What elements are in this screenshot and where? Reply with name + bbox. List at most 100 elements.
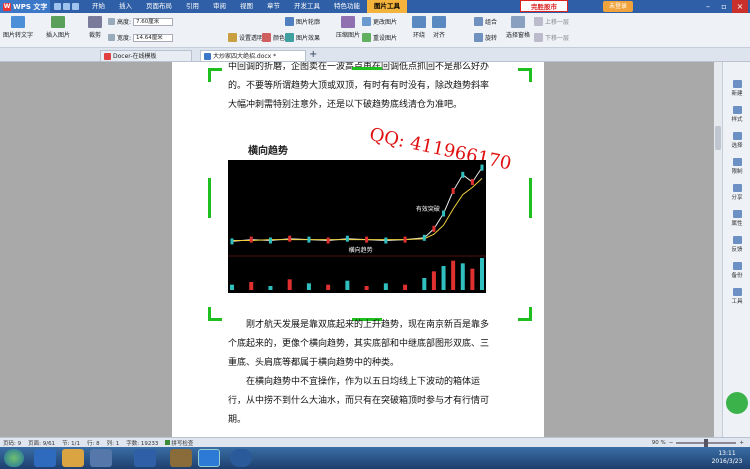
zoom-out-icon[interactable]: −	[669, 440, 674, 446]
sidebar-item-select[interactable]: 选择	[727, 132, 747, 149]
undo-icon[interactable]	[72, 3, 79, 10]
new-tab-icon[interactable]: +	[309, 49, 317, 60]
wrap-icon	[412, 16, 426, 28]
status-bar: 页码: 9 页面: 9/61 节: 1/1 行: 8 列: 1 字数: 1923…	[0, 437, 750, 447]
selection-handle[interactable]	[529, 178, 532, 218]
send-backward-button[interactable]: 下移一层	[534, 33, 569, 42]
tab-home[interactable]: 开始	[85, 0, 112, 13]
assistant-icon[interactable]	[726, 392, 748, 414]
backup-icon	[732, 262, 742, 270]
minimize-icon[interactable]: –	[700, 0, 716, 13]
promo-banner[interactable]: 完胜股市	[520, 0, 568, 12]
sidebar-item-tools[interactable]: 工具	[727, 288, 747, 305]
document-page: 中回调的折磨，企图卖在一波高点再在回调低点抓回不是那么好办的。不要等所谓趋势大顶…	[172, 62, 544, 437]
feedback-icon	[732, 236, 742, 244]
doc-tab-active[interactable]: 大炒家四大绝招.docx *	[200, 50, 306, 61]
status-words: 字数: 19233	[126, 440, 159, 447]
select-pane-button[interactable]: 选择窗格	[506, 16, 530, 39]
sidebar-item-share[interactable]: 分享	[727, 184, 747, 201]
checkbox-icon	[165, 439, 171, 445]
candle	[249, 236, 253, 243]
properties-icon	[732, 210, 742, 218]
align-icon	[432, 16, 446, 28]
tab-picture-tools[interactable]: 图片工具	[367, 0, 407, 13]
align-button[interactable]: 对齐	[432, 16, 446, 39]
insert-pic-button[interactable]: 插入图片	[46, 16, 70, 39]
group-button[interactable]: 组合	[474, 17, 497, 26]
candle	[442, 210, 446, 217]
ie-icon[interactable]	[34, 449, 56, 467]
tab-review[interactable]: 审阅	[206, 0, 233, 13]
sidebar-item-feedback[interactable]: 反馈	[727, 236, 747, 253]
tab-page-layout[interactable]: 页面布局	[139, 0, 179, 13]
zoom-slider-thumb[interactable]	[704, 439, 709, 447]
wps-taskbar-icon[interactable]	[198, 449, 220, 467]
pic-outline-button[interactable]: 图片轮廓	[285, 17, 320, 26]
tab-view[interactable]: 视图	[233, 0, 260, 13]
stock-chart-svg: 有效突破横向趋势	[228, 164, 486, 290]
ie-icon[interactable]	[134, 449, 156, 467]
change-pic-button[interactable]: 更改图片	[362, 17, 397, 26]
login-button[interactable]: 未登录	[603, 1, 633, 12]
folder-icon[interactable]	[62, 449, 84, 467]
sidebar-item-backup[interactable]: 备份	[727, 262, 747, 279]
media-icon[interactable]	[90, 449, 112, 467]
candle	[422, 234, 426, 241]
selection-handle[interactable]	[352, 67, 382, 70]
vertical-scrollbar[interactable]	[714, 62, 722, 437]
width-input[interactable]: 14.64厘米	[133, 33, 174, 42]
pic-to-text-button[interactable]: 图片转文字	[3, 16, 33, 39]
select-icon	[732, 132, 742, 140]
rotate-button[interactable]: 旋转	[474, 33, 497, 42]
zoom-slider[interactable]	[676, 439, 737, 447]
player-icon[interactable]	[230, 449, 252, 467]
print-icon[interactable]	[63, 3, 70, 10]
app-name: WPS 文字	[13, 2, 48, 11]
tab-features[interactable]: 特色功能	[327, 0, 367, 13]
select-pane-icon	[511, 16, 525, 28]
tab-references[interactable]: 引用	[179, 0, 206, 13]
app-menu-button[interactable]: W WPS 文字	[0, 0, 50, 13]
close-icon[interactable]: ×	[732, 0, 748, 13]
doc-tab-docer[interactable]: Docer-在线模板	[100, 50, 192, 61]
app-icon[interactable]	[170, 449, 192, 467]
style-icon	[732, 106, 742, 114]
crop-button[interactable]: 裁剪	[88, 16, 102, 39]
reset-pic-button[interactable]: 重设图片	[362, 33, 397, 42]
wrap-button[interactable]: 环绕	[412, 16, 426, 39]
start-button-icon[interactable]	[4, 449, 24, 467]
chart-annotation: 横向趋势	[349, 246, 373, 254]
selection-handle[interactable]	[208, 318, 222, 321]
color-button[interactable]: 颜色	[262, 33, 285, 42]
tab-chapter[interactable]: 章节	[260, 0, 287, 13]
save-icon[interactable]	[54, 3, 61, 10]
sidebar-item-style[interactable]: 样式	[727, 106, 747, 123]
spell-check-toggle[interactable]: 拼写检查	[165, 439, 193, 447]
new-icon	[732, 80, 742, 88]
paragraph: 刚才航天发展是靠双底起来的上升趋势，现在南京新百是靠多个底起来的，更像个横向趋势…	[228, 320, 490, 368]
crop-icon	[88, 16, 102, 28]
selection-handle[interactable]	[208, 68, 222, 71]
maximize-icon[interactable]: ▫	[716, 0, 732, 13]
height-input[interactable]: 7.60厘米	[133, 17, 174, 26]
volume-bar	[480, 258, 484, 290]
zoom-in-icon[interactable]: +	[739, 440, 744, 446]
sidebar-item-new[interactable]: 新建	[727, 80, 747, 97]
selection-handle[interactable]	[518, 68, 532, 71]
compress-pic-button[interactable]: 压缩图片	[336, 16, 360, 39]
outline-icon	[285, 17, 294, 26]
tab-insert[interactable]: 插入	[112, 0, 139, 13]
system-clock[interactable]: 13:11 2016/3/23	[707, 450, 747, 466]
selection-handle[interactable]	[518, 318, 532, 321]
volume-bar	[268, 286, 273, 290]
stock-chart-image[interactable]: 有效突破 横向趋势	[228, 160, 486, 293]
selection-handle[interactable]	[208, 178, 211, 218]
scrollbar-thumb[interactable]	[715, 126, 721, 150]
tab-developer[interactable]: 开发工具	[287, 0, 327, 13]
sidebar-item-restrict[interactable]: 限制	[727, 158, 747, 175]
pic-effect-button[interactable]: 图片效果	[285, 33, 320, 42]
sidebar-item-properties[interactable]: 属性	[727, 210, 747, 227]
bring-forward-button[interactable]: 上移一层	[534, 17, 569, 26]
status-page: 页面: 9/61	[28, 440, 56, 447]
document-workspace: 中回调的折磨，企图卖在一波高点再在回调低点抓回不是那么好办的。不要等所谓趋势大顶…	[0, 62, 722, 437]
